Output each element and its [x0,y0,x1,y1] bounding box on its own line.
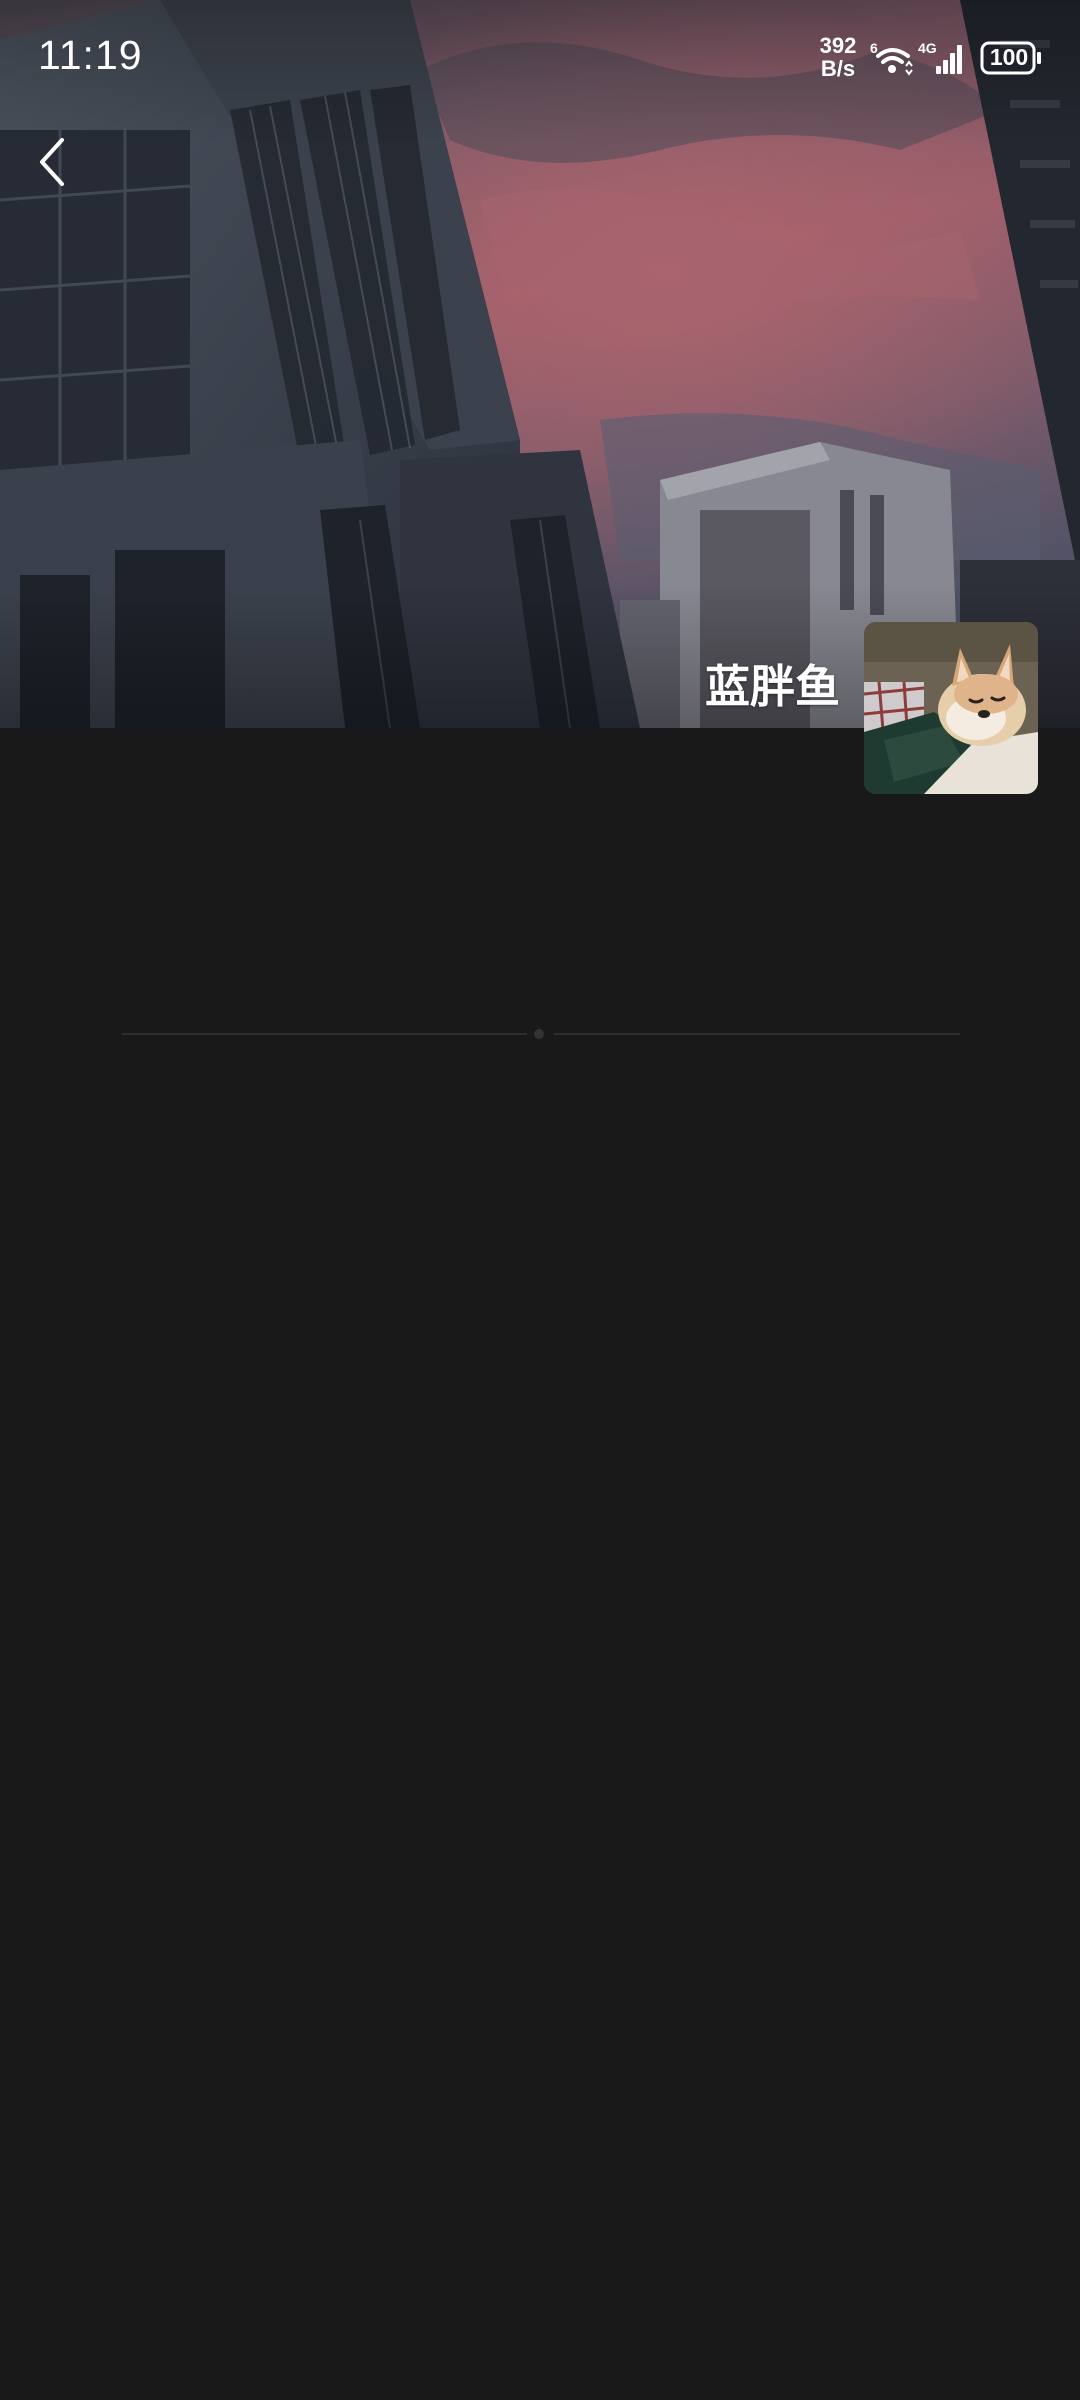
status-time: 11:19 [38,32,143,78]
wifi-badge: 6 [870,40,878,56]
divider-line-right [554,1033,960,1035]
profile-name: 蓝胖鱼 [704,660,840,713]
network-speed-value: 392 [819,33,857,58]
cell-signal-icon: 4G [918,40,962,74]
chevron-left-icon [40,138,64,186]
profile-screen: 11:19 392 B/s 6 4G 100 蓝胖鱼 [0,0,1080,2400]
cell-badge: 4G [918,40,937,56]
section-divider [122,1029,960,1039]
status-bar: 11:19 392 B/s 6 4G 100 [0,0,1080,116]
avatar[interactable] [864,622,1038,794]
network-speed-unit: B/s [820,56,856,81]
divider-dot [534,1029,544,1039]
wifi-icon: 6 [870,40,913,76]
back-button[interactable] [24,126,96,198]
divider-line-left [122,1033,527,1035]
battery-level: 100 [989,44,1029,70]
network-speed: 392 B/s [815,34,861,80]
